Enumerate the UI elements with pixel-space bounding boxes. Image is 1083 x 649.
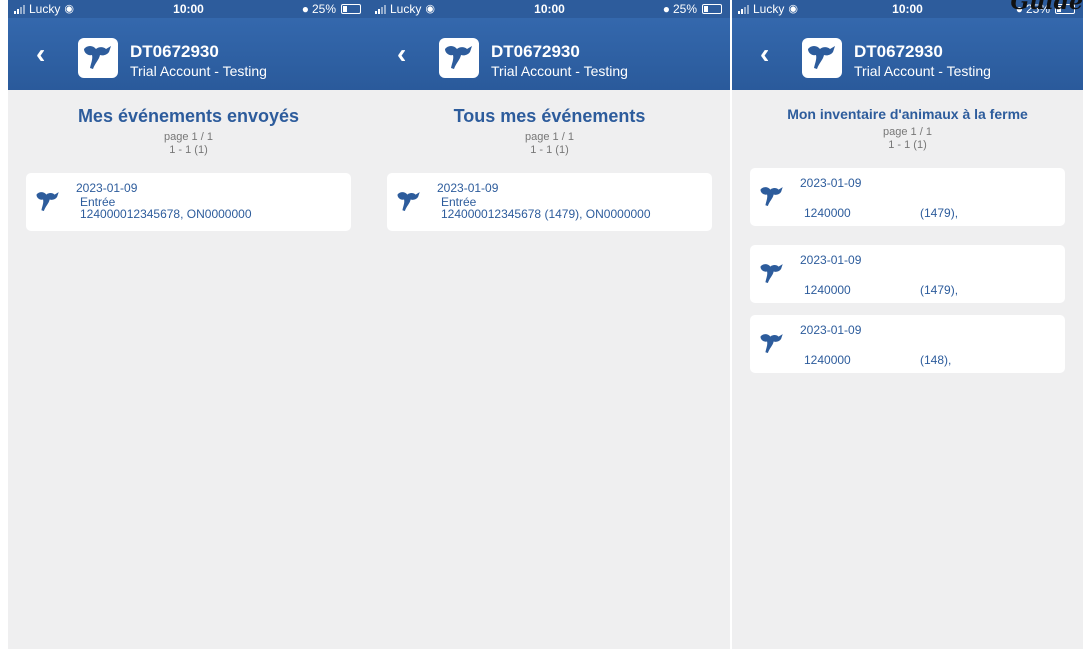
animal-code: 1240000 [804, 206, 851, 220]
signal-icon [14, 4, 25, 14]
page-indicator: page 1 / 1 [525, 131, 574, 143]
animal-code: 1240000 [804, 283, 851, 297]
account-name: Trial Account - Testing [491, 63, 628, 79]
battery-icon [341, 4, 361, 14]
cow-icon [758, 184, 786, 210]
signal-icon [375, 4, 386, 14]
account-id: DT0672930 [491, 42, 580, 61]
status-time: 10:00 [173, 2, 204, 16]
carrier-label: Lucky [753, 2, 785, 16]
cow-icon [758, 331, 786, 357]
account-id: DT0672930 [854, 42, 943, 61]
animal-date: 2023-01-09 [800, 176, 862, 190]
app-header: ‹ DT0672930 Trial Account - Testing [732, 18, 1083, 90]
cow-logo-icon [802, 38, 842, 78]
status-time: 10:00 [892, 2, 923, 16]
event-card[interactable]: 2023-01-09 Entrée 124000012345678, ON000… [26, 173, 351, 231]
carrier-label: Lucky [390, 2, 422, 16]
animal-number: (148), [920, 353, 952, 367]
event-identifier: 124000012345678, ON0000000 [80, 207, 252, 221]
cow-icon [758, 261, 786, 287]
wifi-icon: ◉ [64, 3, 74, 15]
animal-number: (1479), [920, 283, 959, 297]
result-range: 1 - 1 (1) [888, 139, 927, 151]
account-name: Trial Account - Testing [854, 63, 991, 79]
page-indicator: page 1 / 1 [164, 131, 213, 143]
event-date: 2023-01-09 [76, 181, 138, 195]
event-identifier: 124000012345678 (1479), ON0000000 [441, 207, 651, 221]
wifi-icon: ◉ [788, 3, 798, 15]
animal-code: 1240000 [804, 353, 851, 367]
alarm-icon: ● [301, 2, 309, 16]
cow-logo-icon [439, 38, 479, 78]
result-range: 1 - 1 (1) [530, 144, 569, 156]
carrier-label: Lucky [29, 2, 61, 16]
wifi-icon: ◉ [425, 3, 435, 15]
screen-farm-inventory: Lucky ◉ 10:00 ● 25% ‹ DT0672930 Trial Ac… [732, 0, 1083, 649]
animal-card[interactable]: 2023-01-09 1240000 (1479), [750, 168, 1065, 226]
back-button[interactable]: ‹ [760, 36, 769, 72]
account-name: Trial Account - Testing [130, 63, 267, 79]
battery-icon [702, 4, 722, 14]
cow-icon [395, 189, 423, 215]
status-bar: Lucky ◉ 10:00 ● 25% [369, 0, 730, 18]
event-date: 2023-01-09 [437, 181, 499, 195]
animal-card[interactable]: 2023-01-09 1240000 (1479), [750, 245, 1065, 303]
app-header: ‹ DT0672930 Trial Account - Testing [8, 18, 369, 90]
animal-date: 2023-01-09 [800, 323, 862, 337]
page-title: Mes événements envoyés [77, 106, 300, 126]
app-header: ‹ DT0672930 Trial Account - Testing [369, 18, 730, 90]
animal-card[interactable]: 2023-01-09 1240000 (148), [750, 315, 1065, 373]
status-bar: Lucky ◉ 10:00 ● 25% [8, 0, 369, 18]
page-indicator: page 1 / 1 [883, 126, 932, 138]
page-title: Tous mes événements [453, 106, 646, 126]
back-button[interactable]: ‹ [36, 36, 45, 72]
page-title: Mon inventaire d'animaux à la ferme [787, 106, 1028, 122]
back-button[interactable]: ‹ [397, 36, 406, 72]
status-time: 10:00 [534, 2, 565, 16]
battery-percent: 25% [672, 2, 697, 16]
result-range: 1 - 1 (1) [169, 144, 208, 156]
cow-icon [34, 189, 62, 215]
screen-all-events: Lucky ◉ 10:00 ● 25% ‹ DT0672930 Trial Ac… [369, 0, 730, 649]
screen-sent-events: Lucky ◉ 10:00 ● 25% ‹ DT0672930 Trial Ac… [8, 0, 369, 649]
battery-percent: 25% [311, 2, 336, 16]
account-id: DT0672930 [130, 42, 219, 61]
cow-logo-icon [78, 38, 118, 78]
animal-number: (1479), [920, 206, 959, 220]
animal-date: 2023-01-09 [800, 253, 862, 267]
event-card[interactable]: 2023-01-09 Entrée 124000012345678 (1479)… [387, 173, 712, 231]
corner-label: Guide [1010, 0, 1083, 15]
signal-icon [738, 4, 749, 14]
alarm-icon: ● [662, 2, 670, 16]
